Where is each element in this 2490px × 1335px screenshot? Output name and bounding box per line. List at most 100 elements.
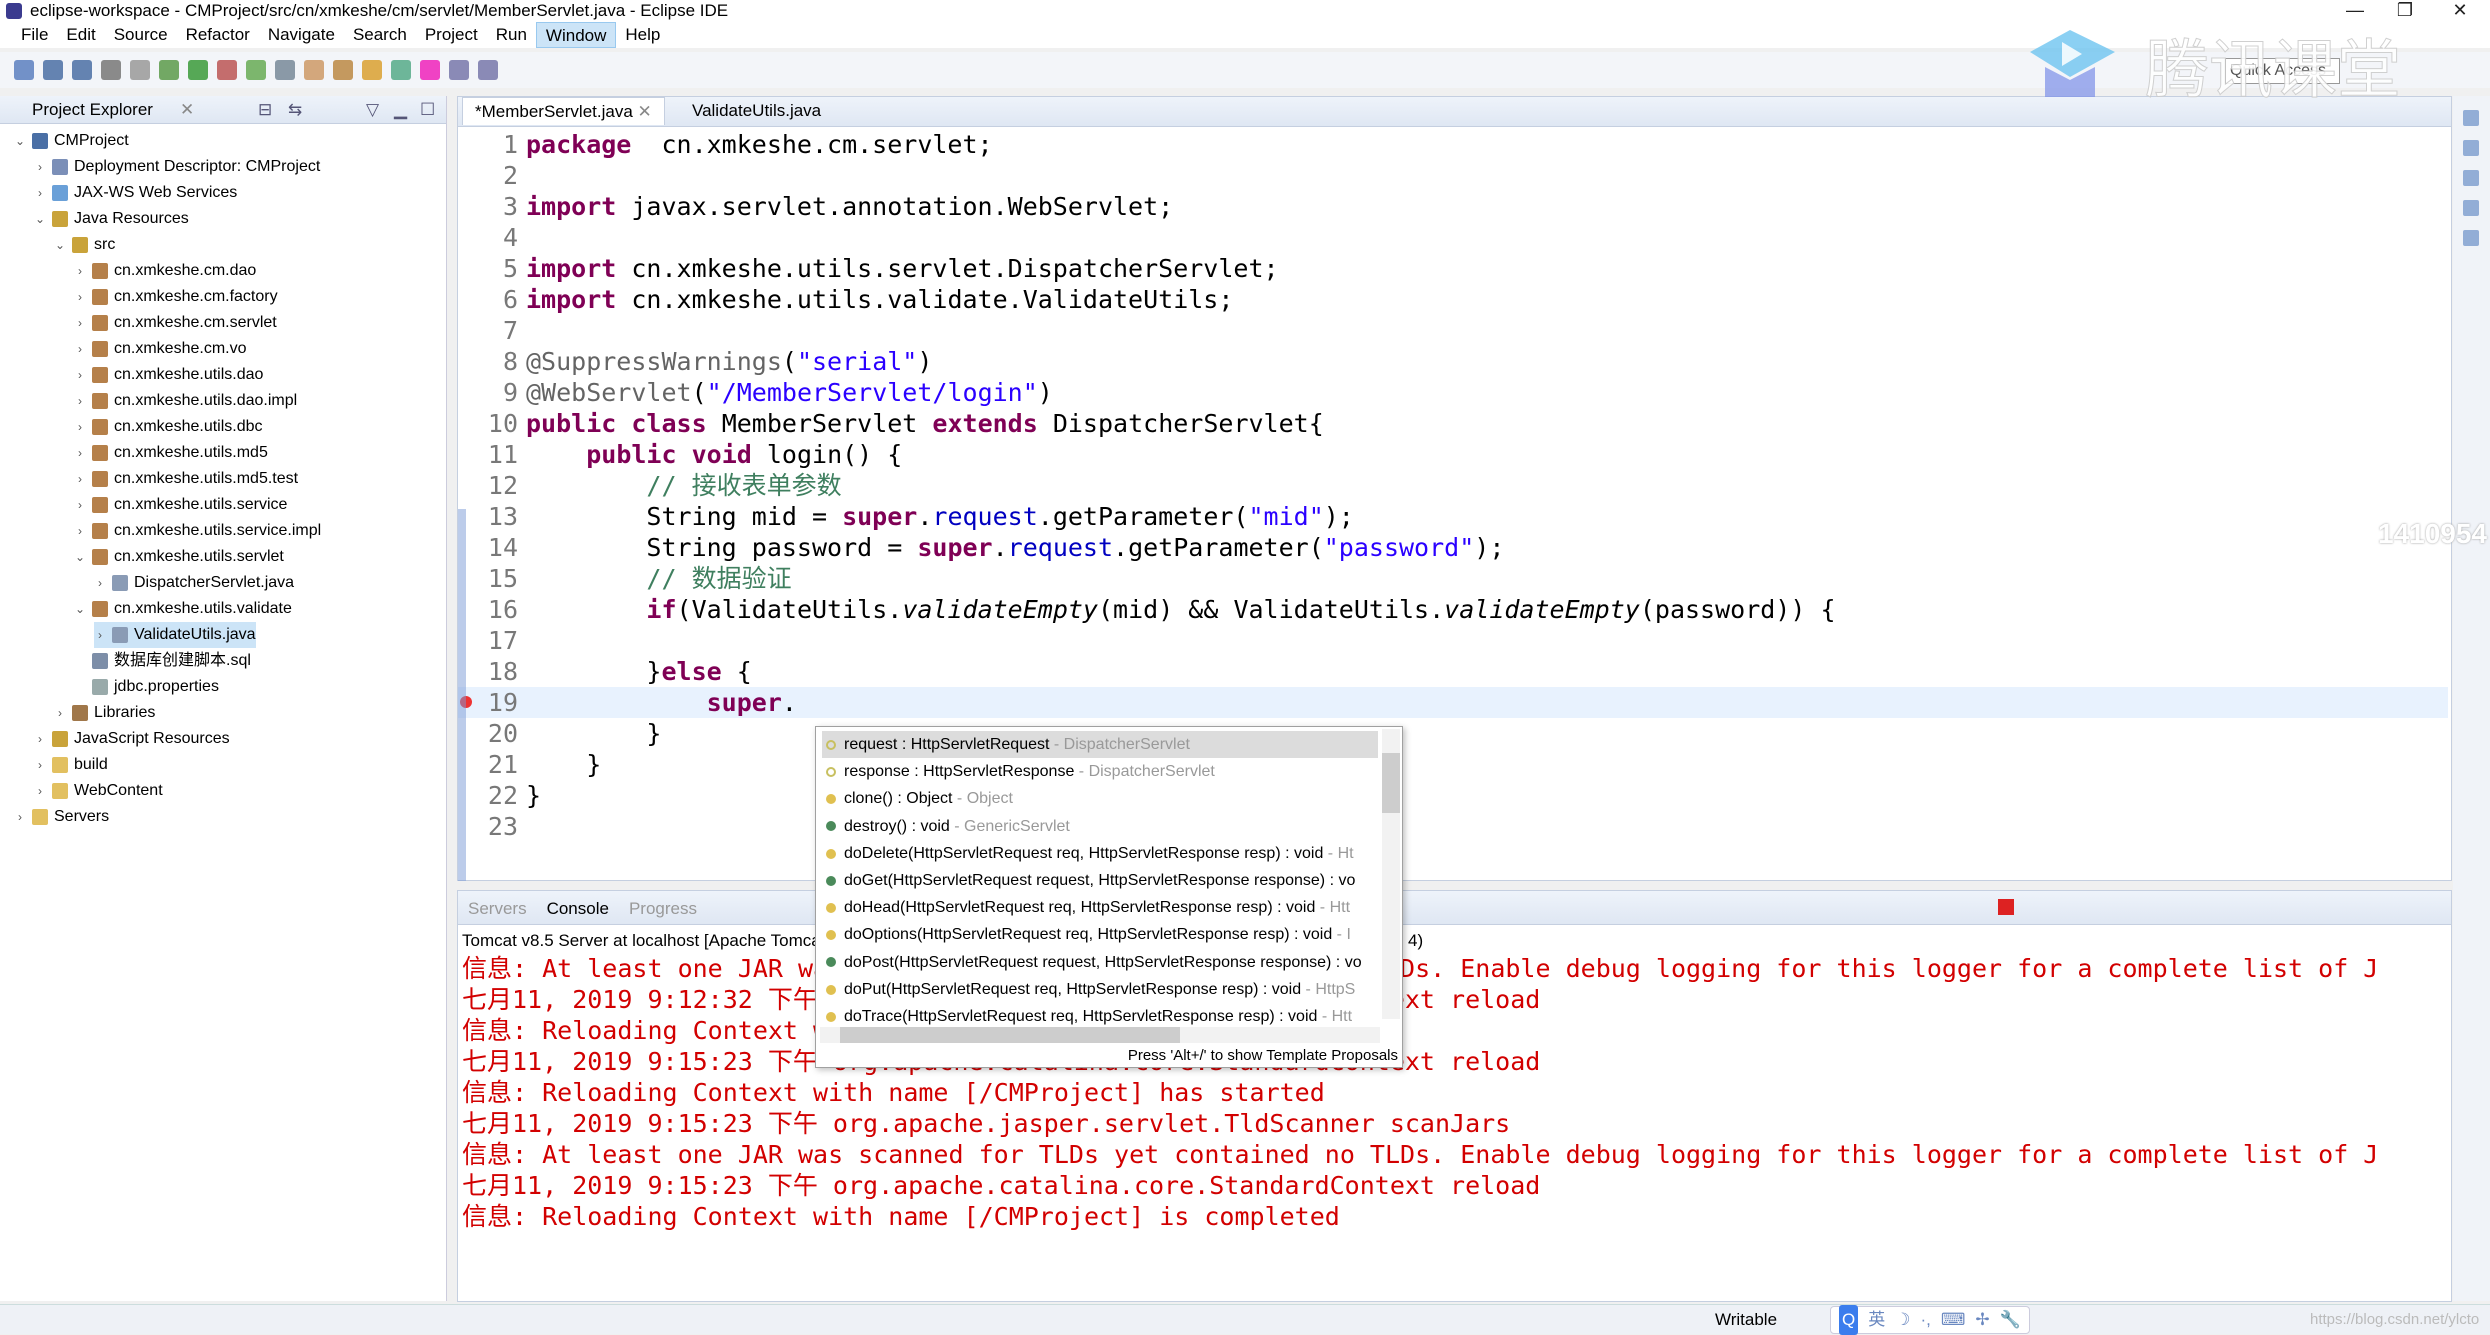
- trim-view-icon[interactable]: [2463, 110, 2479, 126]
- popup-horizontal-scrollbar[interactable]: [820, 1027, 1380, 1043]
- terminate-icon[interactable]: [1998, 899, 2014, 915]
- menu-source[interactable]: Source: [105, 22, 177, 48]
- ime-button[interactable]: ✢: [1975, 1305, 1989, 1335]
- completion-item[interactable]: doDelete(HttpServletRequest req, HttpSer…: [822, 840, 1378, 867]
- chevron-right-icon[interactable]: ›: [34, 778, 46, 804]
- chevron-down-icon[interactable]: ⌄: [34, 206, 46, 232]
- tree-item[interactable]: ⌄ cn.xmkeshe.utils.servlet: [74, 544, 284, 570]
- tree-item[interactable]: 数据库创建脚本.sql: [74, 648, 251, 674]
- annotation-icon[interactable]: [420, 60, 440, 80]
- ime-button[interactable]: 英: [1868, 1305, 1885, 1335]
- tree-item[interactable]: › cn.xmkeshe.cm.dao: [74, 258, 256, 284]
- ime-toolbar[interactable]: Q 英 ☽ ·, ⌨ ✢ 🔧: [1830, 1305, 2030, 1335]
- ime-button[interactable]: 🔧: [2000, 1305, 2021, 1335]
- chevron-down-icon[interactable]: ⌄: [14, 128, 26, 154]
- menu-search[interactable]: Search: [344, 22, 416, 48]
- tree-item[interactable]: › cn.xmkeshe.cm.vo: [74, 336, 246, 362]
- chevron-right-icon[interactable]: ›: [94, 570, 106, 596]
- tree-item[interactable]: ⌄ src: [54, 232, 115, 258]
- tree-item[interactable]: › cn.xmkeshe.utils.service: [74, 492, 287, 518]
- chevron-right-icon[interactable]: ›: [74, 258, 86, 284]
- completion-item[interactable]: doGet(HttpServletRequest request, HttpSe…: [822, 867, 1378, 894]
- code-area[interactable]: 1 package cn.xmkeshe.cm.servlet; 2 3 import …: [458, 129, 2448, 869]
- menu-refactor[interactable]: Refactor: [177, 22, 259, 48]
- search-icon[interactable]: [362, 60, 382, 80]
- tree-item[interactable]: › JAX-WS Web Services: [34, 180, 237, 206]
- chevron-right-icon[interactable]: ›: [74, 414, 86, 440]
- chevron-right-icon[interactable]: ›: [14, 804, 26, 830]
- chevron-right-icon[interactable]: ›: [54, 700, 66, 726]
- ime-button[interactable]: ☽: [1895, 1305, 1910, 1335]
- tree-item[interactable]: › DispatcherServlet.java: [94, 570, 294, 596]
- coverage-icon[interactable]: [246, 60, 266, 80]
- new-class-icon[interactable]: [304, 60, 324, 80]
- tab-progress[interactable]: Progress: [629, 895, 697, 923]
- completion-item[interactable]: doPut(HttpServletRequest req, HttpServle…: [822, 976, 1378, 1003]
- completion-item[interactable]: clone() : Object - Object: [822, 785, 1378, 812]
- tree-item[interactable]: › cn.xmkeshe.utils.dbc: [74, 414, 263, 440]
- chevron-right-icon[interactable]: ›: [34, 726, 46, 752]
- tree-item[interactable]: › ValidateUtils.java: [94, 622, 256, 648]
- tab-member-servlet[interactable]: *MemberServlet.java ✕: [462, 97, 665, 125]
- completion-item[interactable]: doTrace(HttpServletRequest req, HttpServ…: [822, 1003, 1378, 1030]
- forward-icon[interactable]: [478, 60, 498, 80]
- link-editor-icon[interactable]: ⇆: [288, 96, 302, 124]
- completion-item[interactable]: doHead(HttpServletRequest req, HttpServl…: [822, 894, 1378, 921]
- tree-item[interactable]: › cn.xmkeshe.utils.dao: [74, 362, 263, 388]
- completion-item[interactable]: destroy() : void - GenericServlet: [822, 813, 1378, 840]
- skip-icon[interactable]: [130, 60, 150, 80]
- tree-item[interactable]: › cn.xmkeshe.cm.factory: [74, 284, 278, 310]
- chevron-down-icon[interactable]: ⌄: [74, 596, 86, 622]
- chevron-right-icon[interactable]: ›: [34, 154, 46, 180]
- back-icon[interactable]: [449, 60, 469, 80]
- tree-item[interactable]: › cn.xmkeshe.cm.servlet: [74, 310, 277, 336]
- tree-item[interactable]: › cn.xmkeshe.utils.dao.impl: [74, 388, 297, 414]
- ime-button[interactable]: ·,: [1920, 1305, 1930, 1335]
- trim-view-icon[interactable]: [2463, 230, 2479, 246]
- ime-button[interactable]: ⌨: [1941, 1305, 1966, 1335]
- menu-run[interactable]: Run: [487, 22, 536, 48]
- minimize-button[interactable]: —: [2330, 0, 2380, 22]
- view-menu-icon[interactable]: ▽: [366, 96, 379, 124]
- chevron-right-icon[interactable]: ›: [74, 284, 86, 310]
- chevron-down-icon[interactable]: ⌄: [74, 544, 86, 570]
- close-view-icon[interactable]: ✕: [180, 96, 194, 124]
- popup-vertical-scrollbar[interactable]: [1382, 729, 1400, 1019]
- restore-button[interactable]: ❐: [2380, 0, 2430, 22]
- run-icon[interactable]: [188, 60, 208, 80]
- trim-view-icon[interactable]: [2463, 140, 2479, 156]
- tree-item[interactable]: ⌄ CMProject: [14, 128, 129, 154]
- minimize-view-icon[interactable]: ▁: [394, 96, 407, 124]
- chevron-right-icon[interactable]: ›: [74, 310, 86, 336]
- tree-item[interactable]: › Libraries: [54, 700, 155, 726]
- completion-item[interactable]: response : HttpServletResponse - Dispatc…: [822, 758, 1378, 785]
- tree-item[interactable]: jdbc.properties: [74, 674, 219, 700]
- new-icon[interactable]: [14, 60, 34, 80]
- chevron-right-icon[interactable]: ›: [74, 440, 86, 466]
- menu-project[interactable]: Project: [416, 22, 487, 48]
- console-output[interactable]: 信息: At least one JAR was scanned for TLD…: [462, 953, 2378, 1232]
- tree-item[interactable]: › cn.xmkeshe.utils.md5.test: [74, 466, 298, 492]
- chevron-right-icon[interactable]: ›: [74, 466, 86, 492]
- tree-item[interactable]: › cn.xmkeshe.utils.md5: [74, 440, 268, 466]
- debug-icon[interactable]: [159, 60, 179, 80]
- chevron-right-icon[interactable]: ›: [34, 180, 46, 206]
- tree-item[interactable]: ⌄ Java Resources: [34, 206, 189, 232]
- save-all-icon[interactable]: [72, 60, 92, 80]
- completion-item[interactable]: request : HttpServletRequest - Dispatche…: [822, 731, 1378, 758]
- menu-help[interactable]: Help: [616, 22, 669, 48]
- tree-item[interactable]: › build: [34, 752, 108, 778]
- ime-logo-icon[interactable]: Q: [1839, 1305, 1859, 1335]
- chevron-right-icon[interactable]: ›: [34, 752, 46, 778]
- trim-view-icon[interactable]: [2463, 200, 2479, 216]
- menu-edit[interactable]: Edit: [57, 22, 104, 48]
- tab-validate-utils[interactable]: ValidateUtils.java: [680, 97, 833, 125]
- print-icon[interactable]: [101, 60, 121, 80]
- chevron-right-icon[interactable]: ›: [94, 622, 106, 648]
- run-ext-icon[interactable]: [217, 60, 237, 80]
- refresh-icon[interactable]: [391, 60, 411, 80]
- tree-item[interactable]: › JavaScript Resources: [34, 726, 230, 752]
- tree-item[interactable]: › WebContent: [34, 778, 163, 804]
- quick-access-input[interactable]: Quick Access: [2225, 58, 2340, 84]
- chevron-right-icon[interactable]: ›: [74, 518, 86, 544]
